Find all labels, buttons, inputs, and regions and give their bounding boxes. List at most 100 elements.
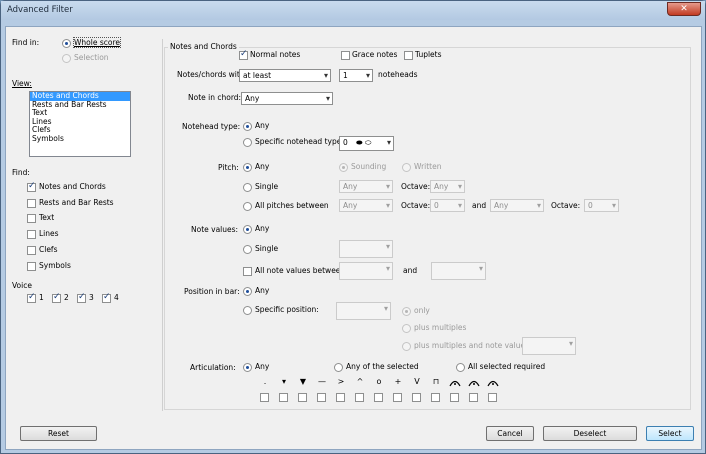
nv-single-dropdown[interactable] bbox=[339, 240, 393, 258]
pitch-label: Pitch: bbox=[218, 163, 239, 172]
select-button[interactable]: Select bbox=[646, 426, 694, 441]
pitch-to-dropdown[interactable]: Any bbox=[490, 199, 544, 212]
nv-any-radio[interactable] bbox=[243, 225, 252, 234]
position-label: Position in bar: bbox=[184, 287, 240, 296]
pitch-single-dropdown[interactable]: Any bbox=[339, 180, 393, 193]
octave-label: Octave: bbox=[401, 182, 431, 191]
staccato-checkbox[interactable] bbox=[260, 393, 269, 402]
notehead-type-label: Notehead type: bbox=[182, 122, 241, 131]
voice-3-checkbox[interactable] bbox=[77, 292, 86, 303]
grace-notes-checkbox[interactable] bbox=[341, 51, 350, 60]
nv-single-radio[interactable] bbox=[243, 245, 252, 254]
notes-with-label: Notes/chords with bbox=[177, 70, 245, 79]
plus-multiples-radio[interactable] bbox=[402, 324, 411, 333]
close-icon[interactable]: ✕ bbox=[667, 2, 701, 16]
pos-any-label: Any bbox=[255, 286, 270, 295]
art-any-radio[interactable] bbox=[243, 363, 252, 372]
find-clefs-checkbox[interactable] bbox=[27, 246, 36, 255]
normal-notes-checkbox[interactable] bbox=[239, 49, 248, 60]
accent-checkbox[interactable] bbox=[336, 393, 345, 402]
octave-to-dropdown[interactable]: 0 bbox=[584, 199, 619, 212]
whole-score-label[interactable]: Whole score bbox=[73, 37, 121, 48]
harmonic-icon: o bbox=[376, 377, 382, 386]
staccatissimo-checkbox[interactable] bbox=[279, 393, 288, 402]
notehead-specific-radio[interactable] bbox=[243, 138, 252, 147]
notes-count-dropdown[interactable]: 1 bbox=[339, 69, 373, 82]
find-lines-label: Lines bbox=[39, 229, 59, 238]
nv-any-label: Any bbox=[255, 224, 270, 233]
pos-specific-radio[interactable] bbox=[243, 306, 252, 315]
notehead-any-radio[interactable] bbox=[243, 122, 252, 131]
voice-2-label: 2 bbox=[64, 293, 69, 302]
plus-multiples-nv-radio[interactable] bbox=[402, 342, 411, 351]
pitch-single-radio[interactable] bbox=[243, 183, 252, 192]
nv-between-label: All note values between bbox=[255, 266, 346, 275]
sounding-radio[interactable] bbox=[339, 163, 348, 172]
notes-group-title: Notes and Chords bbox=[168, 42, 239, 51]
octave-dropdown[interactable]: Any bbox=[430, 180, 465, 193]
find-rests-checkbox[interactable] bbox=[27, 199, 36, 208]
voice-4-label: 4 bbox=[114, 293, 119, 302]
notehead-type-dropdown[interactable]: 0 ⬬ ⬭ bbox=[339, 136, 394, 151]
voice-2-checkbox[interactable] bbox=[52, 292, 61, 303]
notehead-filled-icon: ⬬ ⬭ bbox=[356, 138, 372, 147]
dialog-window: Advanced Filter ✕ Find in: Whole score S… bbox=[0, 0, 706, 454]
cancel-button[interactable]: Cancel bbox=[486, 426, 534, 441]
deselect-button[interactable]: Deselect bbox=[543, 426, 637, 441]
nv-between-checkbox[interactable] bbox=[243, 267, 252, 276]
whole-score-radio[interactable] bbox=[62, 39, 71, 48]
sounding-label: Sounding bbox=[351, 162, 387, 171]
written-radio[interactable] bbox=[402, 163, 411, 172]
fermata-icon bbox=[468, 377, 480, 389]
tenuto-checkbox[interactable] bbox=[317, 393, 326, 402]
voice-4-checkbox[interactable] bbox=[102, 292, 111, 303]
wedge-icon: ▼ bbox=[299, 377, 307, 386]
pitch-any-label: Any bbox=[255, 162, 270, 171]
pitch-any-radio[interactable] bbox=[243, 163, 252, 172]
art-any-label: Any bbox=[255, 362, 270, 371]
position-dropdown[interactable] bbox=[336, 302, 391, 320]
title-bar: Advanced Filter ✕ bbox=[1, 1, 705, 20]
long-fermata-checkbox[interactable] bbox=[488, 393, 497, 402]
up-bow-icon: V bbox=[414, 377, 420, 386]
plus-multiples-nv-dropdown[interactable] bbox=[522, 337, 576, 355]
art-all-selected-radio[interactable] bbox=[456, 363, 465, 372]
plus-checkbox[interactable] bbox=[393, 393, 402, 402]
find-symbols-checkbox[interactable] bbox=[27, 262, 36, 271]
notehead-type-value: 0 bbox=[343, 138, 348, 147]
window-title: Advanced Filter bbox=[7, 5, 73, 15]
accent-icon: > bbox=[337, 377, 345, 386]
nv-from-dropdown[interactable] bbox=[339, 262, 393, 280]
noteheads-label: noteheads bbox=[378, 70, 418, 79]
octave-from-dropdown[interactable]: 0 bbox=[430, 199, 465, 212]
selection-radio[interactable] bbox=[62, 54, 71, 63]
pitch-between-radio[interactable] bbox=[243, 202, 252, 211]
down-bow-checkbox[interactable] bbox=[431, 393, 440, 402]
view-label: View: bbox=[12, 79, 32, 88]
pitch-from-dropdown[interactable]: Any bbox=[339, 199, 393, 212]
find-text-checkbox[interactable] bbox=[27, 214, 36, 223]
pitch-single-label: Single bbox=[255, 182, 279, 191]
view-list[interactable]: Notes and Chords Rests and Bar Rests Tex… bbox=[29, 91, 131, 157]
pos-any-radio[interactable] bbox=[243, 287, 252, 296]
up-bow-checkbox[interactable] bbox=[412, 393, 421, 402]
find-notes-checkbox[interactable] bbox=[27, 181, 36, 192]
voice-1-checkbox[interactable] bbox=[27, 292, 36, 303]
pause-checkbox[interactable] bbox=[450, 393, 459, 402]
tuplets-checkbox[interactable] bbox=[404, 51, 413, 60]
nv-to-dropdown[interactable] bbox=[431, 262, 486, 280]
view-item-symbols[interactable]: Symbols bbox=[30, 134, 130, 144]
marcato-checkbox[interactable] bbox=[355, 393, 364, 402]
find-lines-checkbox[interactable] bbox=[27, 230, 36, 239]
pitch-between-label: All pitches between bbox=[255, 201, 329, 210]
harmonic-checkbox[interactable] bbox=[374, 393, 383, 402]
notes-with-dropdown[interactable]: at least bbox=[239, 69, 331, 82]
only-radio[interactable] bbox=[402, 307, 411, 316]
reset-button[interactable]: Reset bbox=[20, 426, 97, 441]
only-label: only bbox=[414, 306, 430, 315]
art-any-selected-radio[interactable] bbox=[334, 363, 343, 372]
note-in-chord-dropdown[interactable]: Any bbox=[241, 92, 333, 105]
fermata-checkbox[interactable] bbox=[469, 393, 478, 402]
wedge-checkbox[interactable] bbox=[298, 393, 307, 402]
pos-specific-label: Specific position: bbox=[255, 305, 319, 314]
